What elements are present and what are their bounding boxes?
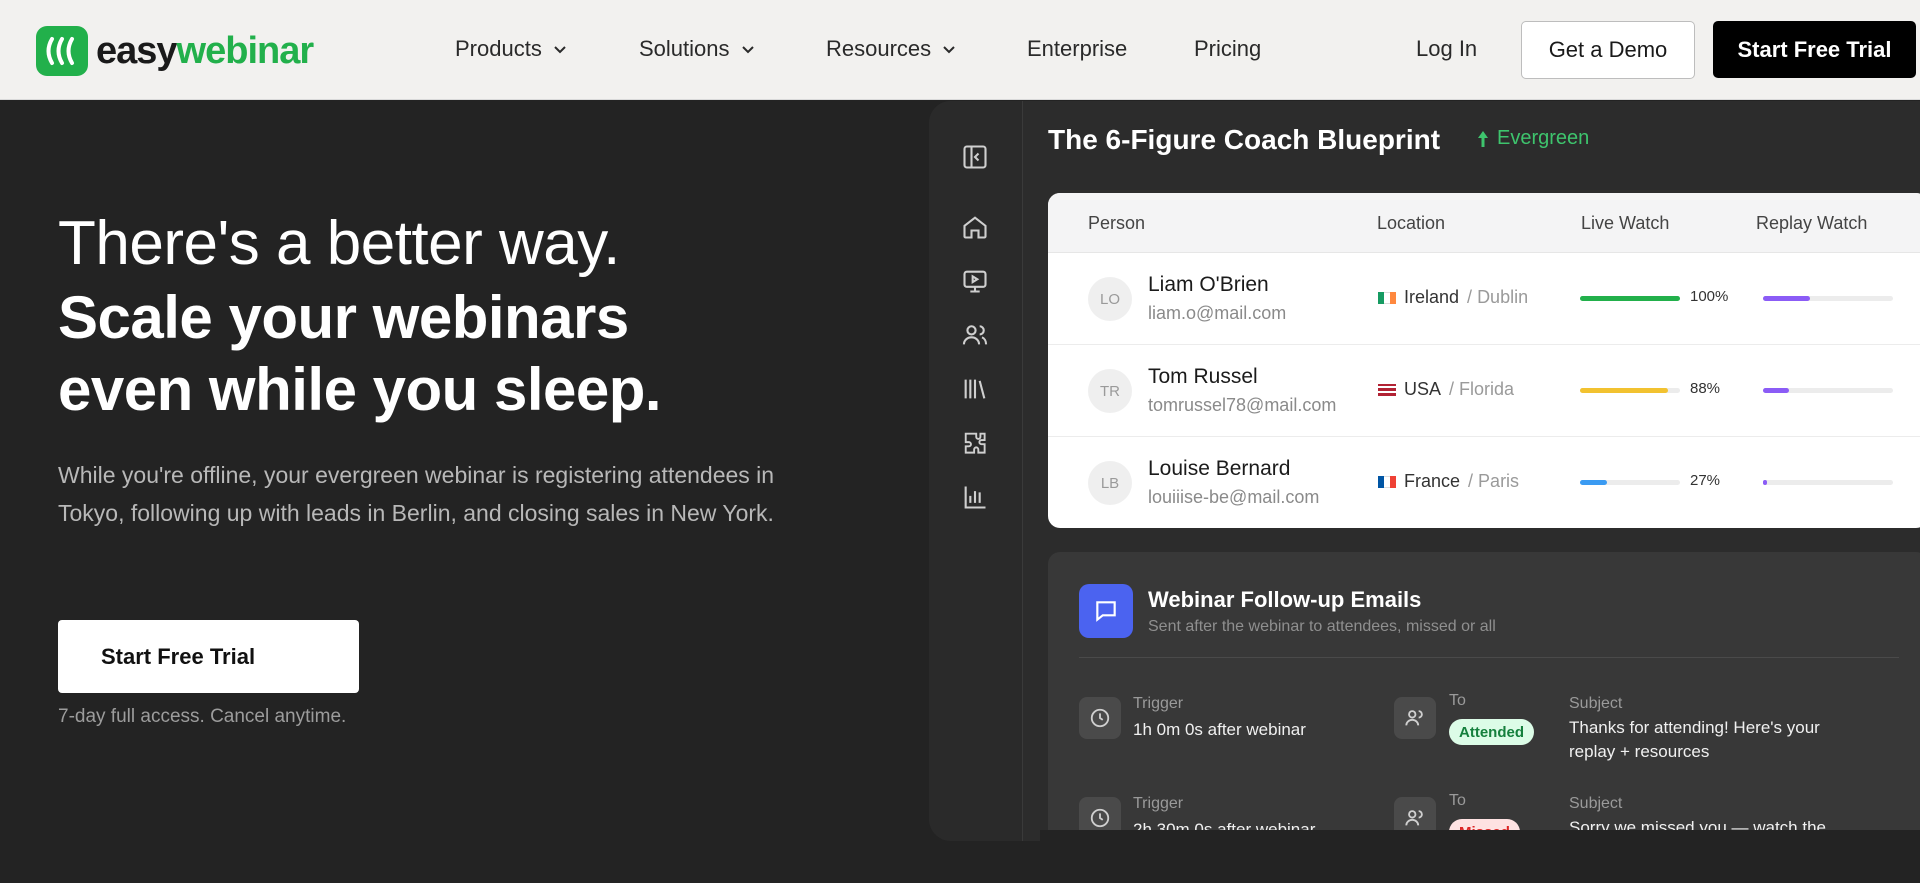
get-demo-button[interactable]: Get a Demo bbox=[1521, 21, 1695, 79]
start-trial-nav-button[interactable]: Start Free Trial bbox=[1713, 21, 1916, 78]
replay-watch-bar bbox=[1763, 296, 1893, 301]
logo[interactable]: easywebinar bbox=[36, 26, 314, 76]
chevron-down-icon bbox=[741, 46, 754, 54]
column-person: Person bbox=[1088, 213, 1146, 233]
to-label: To bbox=[1449, 692, 1466, 709]
chevron-down-icon bbox=[554, 46, 566, 54]
start-trial-hero-button[interactable]: Start Free Trial bbox=[58, 620, 359, 693]
trigger-label: Trigger bbox=[1133, 695, 1184, 712]
nav-solutions[interactable]: Solutions bbox=[639, 36, 758, 62]
live-watch-bar bbox=[1580, 296, 1680, 301]
table-row[interactable]: LO Liam O'Brien liam.o@mail.com Ireland /… bbox=[1048, 253, 1920, 345]
subject-label: Subject bbox=[1569, 795, 1623, 812]
person-email: louiiise-be@mail.com bbox=[1148, 487, 1320, 507]
live-watch-bar bbox=[1580, 388, 1680, 393]
avatar: TR bbox=[1088, 369, 1132, 413]
nav-products[interactable]: Products bbox=[455, 36, 570, 62]
hero-heading-line2: Scale your webinars bbox=[58, 284, 629, 351]
location: France / Paris bbox=[1378, 471, 1519, 492]
login-link[interactable]: Log In bbox=[1416, 36, 1477, 62]
chat-bubble-icon bbox=[1079, 584, 1133, 638]
status-badge-attended: Attended bbox=[1449, 719, 1534, 745]
trigger-value: 1h 0m 0s after webinar bbox=[1133, 720, 1306, 739]
nav-resources[interactable]: Resources bbox=[826, 36, 959, 62]
location: Ireland / Dublin bbox=[1378, 287, 1528, 308]
chevron-down-icon bbox=[943, 46, 955, 54]
person-name: Louise Bernard bbox=[1148, 457, 1291, 480]
usa-flag-icon bbox=[1378, 383, 1396, 396]
table-header: Person Location Live Watch Replay Watch bbox=[1048, 193, 1920, 253]
live-watch-percent: 88% bbox=[1690, 380, 1721, 397]
avatar: LO bbox=[1088, 277, 1132, 321]
live-watch-bar bbox=[1580, 480, 1680, 485]
puzzle-icon[interactable] bbox=[961, 429, 989, 457]
replay-watch-bar bbox=[1763, 388, 1893, 393]
ireland-flag-icon bbox=[1378, 291, 1396, 304]
live-watch-percent: 27% bbox=[1690, 472, 1721, 489]
live-watch-percent: 100% bbox=[1690, 288, 1729, 305]
bar-chart-icon[interactable] bbox=[961, 483, 989, 511]
library-icon[interactable] bbox=[961, 375, 989, 403]
live-watch-fill bbox=[1580, 296, 1680, 301]
home-icon[interactable] bbox=[961, 213, 989, 241]
top-nav: easywebinar Products Solutions Resources… bbox=[0, 0, 1920, 100]
column-live-watch: Live Watch bbox=[1581, 213, 1670, 233]
replay-watch-bar bbox=[1763, 480, 1893, 485]
users-icon[interactable] bbox=[961, 321, 989, 349]
france-flag-icon bbox=[1378, 475, 1396, 488]
logo-mark-icon bbox=[36, 26, 88, 76]
logo-text: easywebinar bbox=[96, 29, 314, 72]
avatar: LB bbox=[1088, 461, 1132, 505]
panel-collapse-icon[interactable] bbox=[961, 143, 989, 171]
location: USA / Florida bbox=[1378, 379, 1514, 400]
trial-note: 7-day full access. Cancel anytime. bbox=[58, 706, 347, 727]
live-watch-fill bbox=[1580, 388, 1668, 393]
page-bottom-background bbox=[1040, 830, 1920, 883]
replay-watch-fill bbox=[1763, 296, 1810, 301]
replay-watch-fill bbox=[1763, 388, 1789, 393]
table-row[interactable]: TR Tom Russel tomrussel78@mail.com USA / … bbox=[1048, 345, 1920, 437]
webinar-title: The 6-Figure Coach Blueprint bbox=[1048, 124, 1441, 155]
clock-icon bbox=[1079, 697, 1121, 739]
attendee-table: Person Location Live Watch Replay Watch … bbox=[1048, 193, 1920, 528]
emails-subtitle: Sent after the webinar to attendees, mis… bbox=[1148, 618, 1496, 635]
person-name: Liam O'Brien bbox=[1148, 273, 1269, 296]
monitor-icon[interactable] bbox=[961, 267, 989, 295]
column-replay-watch: Replay Watch bbox=[1756, 213, 1868, 233]
emails-title: Webinar Follow-up Emails bbox=[1148, 587, 1422, 612]
nav-enterprise[interactable]: Enterprise bbox=[1027, 36, 1127, 62]
column-location: Location bbox=[1377, 213, 1446, 233]
app-sidebar bbox=[929, 101, 1023, 841]
table-row[interactable]: LB Louise Bernard louiiise-be@mail.com F… bbox=[1048, 437, 1920, 528]
hero-heading-line3: even while you sleep. bbox=[58, 356, 662, 423]
evergreen-icon bbox=[1478, 130, 1488, 147]
live-watch-fill bbox=[1580, 480, 1607, 485]
subject-value: Thanks for attending! Here's your replay… bbox=[1569, 718, 1820, 761]
users-icon bbox=[1394, 697, 1436, 739]
hero-description: While you're offline, your evergreen web… bbox=[58, 462, 775, 526]
nav-pricing[interactable]: Pricing bbox=[1194, 36, 1261, 62]
person-name: Tom Russel bbox=[1148, 365, 1258, 388]
hero-heading-line1: There's a better way. bbox=[58, 209, 620, 278]
subject-label: Subject bbox=[1569, 695, 1623, 712]
person-email: tomrussel78@mail.com bbox=[1148, 395, 1337, 415]
trigger-label: Trigger bbox=[1133, 795, 1184, 812]
person-email: liam.o@mail.com bbox=[1148, 303, 1287, 323]
to-label: To bbox=[1449, 792, 1466, 809]
replay-watch-fill bbox=[1763, 480, 1767, 485]
divider bbox=[1079, 657, 1899, 658]
evergreen-badge: Evergreen bbox=[1477, 127, 1589, 150]
